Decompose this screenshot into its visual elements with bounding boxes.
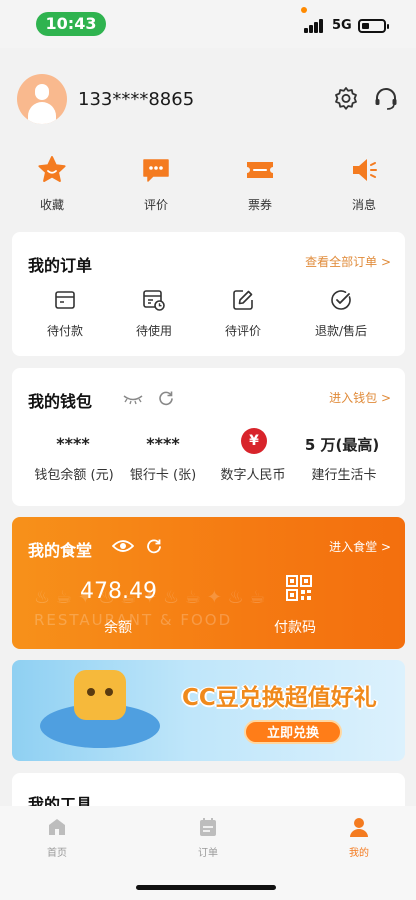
order-to-review-label: 待评价 [224,324,261,338]
wallet-card: 我的钱包 进入钱包 > **** 钱包余额 (元) **** 银行卡 (张) ¥… [12,368,405,506]
yuan-badge-icon[interactable]: ¥ [241,428,267,454]
network-type: 5G [332,18,352,33]
digital-rmb-label[interactable]: 数字人民币 [203,464,303,483]
canteen-refresh-icon[interactable] [146,538,162,554]
order-refund-label: 退款/售后 [314,324,368,338]
quick-reviews[interactable]: 评价 [126,148,186,218]
canteen-balance-value[interactable]: 478.49 [80,579,157,604]
tab-orders[interactable]: 订单 [178,816,238,859]
tab-orders-label: 订单 [198,848,218,859]
life-card-value[interactable]: 5 万(最高) [297,434,387,455]
orders-title: 我的订单 [28,256,93,275]
speaker-icon [353,159,377,181]
edit-pencil-icon [233,290,253,310]
canteen-watermark: RESTAURANT & FOOD [34,611,233,629]
star-icon [38,156,66,182]
user-phone[interactable]: 133****8865 [78,89,194,110]
wallet-title: 我的钱包 [28,392,93,411]
order-to-use[interactable]: 待使用 [115,288,193,339]
order-to-review[interactable]: 待评价 [204,288,282,339]
home-indicator [136,885,276,890]
settings-gear-icon[interactable] [333,86,359,112]
wallet-balance-value[interactable]: **** [28,434,118,453]
mascot-icon [74,670,126,720]
canteen-card[interactable]: ♨ ☕ ✦ ♨ ☕ ✦ ♨ ☕ ✦ ♨ ☕ RESTAURANT & FOOD … [12,517,405,649]
quick-tickets-label: 票券 [247,198,272,212]
enter-canteen-link[interactable]: 进入食堂 > [329,538,391,555]
home-icon [49,819,65,835]
refresh-icon[interactable] [158,390,174,406]
life-card-label[interactable]: 建行生活卡 [294,464,394,483]
tab-mine-label: 我的 [349,848,369,859]
wallet-card-icon [55,291,75,309]
order-pending-payment-label: 待付款 [46,324,83,338]
bank-card-value[interactable]: **** [118,434,208,453]
enter-wallet-link[interactable]: 进入钱包 > [329,389,391,406]
order-to-use-label: 待使用 [135,324,172,338]
battery-icon [358,19,389,33]
quick-reviews-label: 评价 [143,198,168,212]
banner-title: CC豆兑换超值好礼 [182,685,377,711]
bank-card-label[interactable]: 银行卡 (张) [113,464,213,483]
status-bar: 10:43 5G [0,0,416,48]
quick-tickets[interactable]: 票券 [230,148,290,218]
hide-eye-icon[interactable] [122,392,144,406]
chat-bubble-icon [143,159,169,182]
redeem-now-button[interactable]: 立即兑换 [244,720,342,744]
order-calendar-icon [200,818,216,836]
tab-mine[interactable]: 我的 [329,816,389,859]
ticket-icon [247,162,273,178]
person-icon [350,818,368,837]
avatar[interactable] [17,74,67,124]
signal-icon [304,19,326,33]
quick-messages[interactable]: 消息 [334,148,394,218]
status-time: 10:43 [36,12,106,36]
privacy-indicator-dot [301,7,307,13]
wallet-balance-label[interactable]: 钱包余额 (元) [24,464,124,483]
canteen-title: 我的食堂 [28,541,93,560]
calendar-clock-icon [143,290,165,311]
tab-home-label: 首页 [47,848,67,859]
orders-card: 我的订单 查看全部订单 > 待付款 待使用 待评价 退款/售后 [12,232,405,356]
show-eye-icon[interactable] [112,539,134,553]
promo-banner[interactable]: CC豆兑换超值好礼 立即兑换 [12,660,405,761]
check-circle-icon [331,290,351,310]
order-pending-payment[interactable]: 待付款 [26,288,104,339]
banner-pagination [206,750,236,761]
tab-home[interactable]: 首页 [27,816,87,859]
quick-favorites[interactable]: 收藏 [22,148,82,218]
order-refund[interactable]: 退款/售后 [302,288,380,339]
qr-code-icon[interactable] [286,575,312,601]
quick-actions: 收藏 评价 票券 消息 [0,148,416,224]
customer-service-headset-icon[interactable] [373,86,399,112]
profile-header: 133****8865 [0,48,416,148]
canteen-balance-label[interactable]: 余额 [104,617,132,637]
pay-code-label[interactable]: 付款码 [274,617,316,637]
quick-messages-label: 消息 [351,198,376,212]
view-all-orders-link[interactable]: 查看全部订单 > [305,253,391,270]
quick-favorites-label: 收藏 [39,198,64,212]
